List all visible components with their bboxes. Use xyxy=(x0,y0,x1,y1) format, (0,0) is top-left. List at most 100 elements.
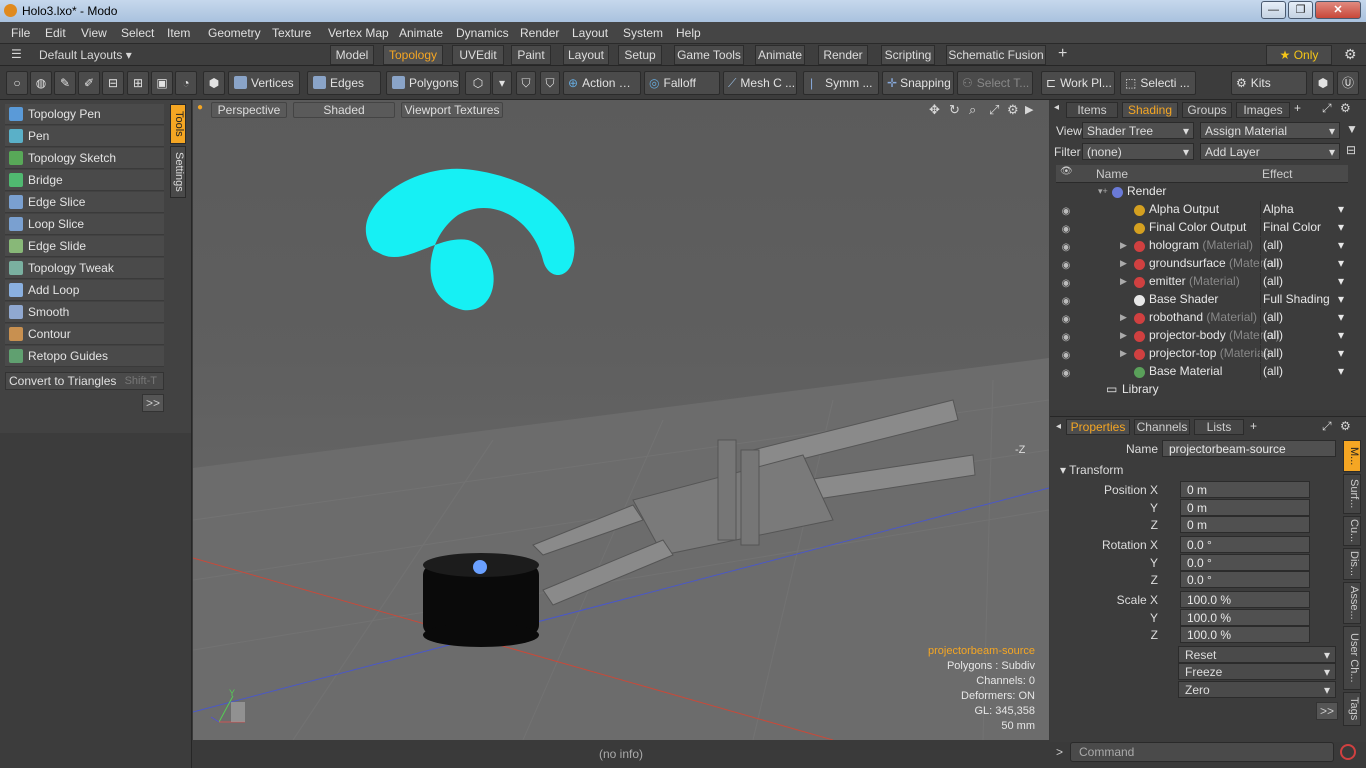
close-button[interactable]: ✕ xyxy=(1315,1,1361,19)
frame-icon[interactable]: ▣ xyxy=(151,71,173,95)
select-through-button[interactable]: ⚇ Select T... xyxy=(957,71,1033,95)
filter-dropdown[interactable]: (none) xyxy=(1082,143,1194,160)
visibility-eye-icon[interactable]: ◉ xyxy=(1058,203,1074,217)
gear-icon[interactable]: ⚙ xyxy=(1344,46,1357,63)
shield-plus-icon[interactable]: ⛉ xyxy=(540,71,560,95)
material-mode-icon[interactable]: ⬡ xyxy=(465,71,491,95)
add-tab-icon[interactable]: + xyxy=(1058,45,1067,63)
rotate-icon[interactable]: ↻ xyxy=(949,102,960,118)
panel-menu-icon[interactable]: ◂ xyxy=(1054,102,1059,113)
tab-model[interactable]: Model xyxy=(330,45,374,65)
effect-dropdown[interactable]: (all) xyxy=(1260,273,1348,290)
effect-dropdown[interactable]: (all) xyxy=(1260,237,1348,254)
work-plane-button[interactable]: ⊏ Work Pl... xyxy=(1041,71,1115,95)
side-tab-display[interactable]: Dis... xyxy=(1343,548,1361,580)
effect-dropdown[interactable]: (all) xyxy=(1260,345,1348,362)
shader-tree-row[interactable]: ◉ ▶ robothand (Material) (all) xyxy=(1056,309,1348,327)
pan-icon[interactable]: ✥ xyxy=(929,102,940,118)
clock-icon[interactable]: ◔ xyxy=(175,71,197,95)
shader-tree-row[interactable]: ▾+ Render xyxy=(1056,183,1348,201)
shader-tree-row[interactable]: ◉ ▶ hologram (Material) (all) xyxy=(1056,237,1348,255)
menu-help[interactable]: Help xyxy=(676,26,701,40)
shader-tree-row[interactable]: ◉ ▶ groundsurface (Material) (all) xyxy=(1056,255,1348,273)
assign-material-dropdown[interactable]: Assign Material xyxy=(1200,122,1340,139)
properties-menu-icon[interactable]: ◂ xyxy=(1056,421,1061,432)
chevron-right-icon[interactable]: ▶ xyxy=(1120,309,1127,326)
visibility-eye-icon[interactable]: ◉ xyxy=(1058,311,1074,325)
chevron-right-icon[interactable]: ▶ xyxy=(1120,255,1127,272)
tab-tools[interactable]: Tools xyxy=(170,104,186,144)
transform-value-field[interactable]: 0.0 ° xyxy=(1180,554,1310,571)
menu-item[interactable]: Item xyxy=(167,26,190,40)
edges-button[interactable]: Edges xyxy=(307,71,381,95)
perspective-dropdown[interactable]: Perspective xyxy=(211,102,287,118)
command-arrow-icon[interactable]: > xyxy=(1056,745,1063,759)
freeze-dropdown[interactable]: Freeze xyxy=(1178,663,1336,680)
tab-images[interactable]: Images xyxy=(1236,102,1290,118)
transform-value-field[interactable]: 100.0 % xyxy=(1180,626,1310,643)
unreal-icon[interactable]: Ⓤ xyxy=(1337,71,1359,95)
effect-dropdown[interactable]: (all) xyxy=(1260,327,1348,344)
effect-dropdown[interactable]: (all) xyxy=(1260,255,1348,272)
tool-edge-slice[interactable]: Edge Slice xyxy=(5,192,164,213)
tab-lists[interactable]: Lists xyxy=(1194,419,1244,435)
transform-section[interactable]: ▾ Transform xyxy=(1060,463,1123,477)
tab-settings[interactable]: Settings xyxy=(170,146,186,198)
viewport-options-icon[interactable]: ● xyxy=(197,102,209,116)
shaded-dropdown[interactable]: Shaded xyxy=(293,102,395,118)
effect-dropdown[interactable]: (all) xyxy=(1260,309,1348,326)
viewport-textures-dropdown[interactable]: Viewport Textures xyxy=(401,102,503,118)
menu-view[interactable]: View xyxy=(81,26,107,40)
mesh-constraint-button[interactable]: ⟋ Mesh C ... xyxy=(723,71,797,95)
filter-icon[interactable]: ▼ xyxy=(1346,122,1358,136)
globe-icon[interactable]: ◍ xyxy=(30,71,52,95)
default-layouts-dropdown[interactable]: Default Layouts ▾ xyxy=(39,48,132,62)
tab-layout[interactable]: Layout xyxy=(563,45,609,65)
tool-topology-pen[interactable]: Topology Pen xyxy=(5,104,164,125)
shield-icon[interactable]: ⛉ xyxy=(516,71,536,95)
panel-gear-icon[interactable]: ⚙ xyxy=(1340,101,1351,115)
chevron-right-icon[interactable]: ▶ xyxy=(1120,237,1127,254)
menu-file[interactable]: File xyxy=(11,26,30,40)
tab-schematic-fusion[interactable]: Schematic Fusion xyxy=(946,45,1046,65)
tab-channels[interactable]: Channels xyxy=(1134,419,1190,435)
shader-tree-row[interactable]: ◉ ▶ projector-body (Material) (all) xyxy=(1056,327,1348,345)
kits-button[interactable]: ⚙ Kits xyxy=(1231,71,1307,95)
shader-tree-row[interactable]: ◉ Base Material (all) xyxy=(1056,363,1348,381)
tab-shading[interactable]: Shading xyxy=(1122,102,1178,118)
record-icon[interactable] xyxy=(1340,744,1356,760)
shader-tree-row[interactable]: ◉ Base Shader Full Shading xyxy=(1056,291,1348,309)
transform-icon[interactable]: ⊟ xyxy=(102,71,124,95)
viewport-gear-icon[interactable]: ⚙ xyxy=(1007,102,1019,118)
transform-value-field[interactable]: 0 m xyxy=(1180,481,1310,498)
3d-viewport[interactable]: ● Perspective Shaded Viewport Textures ✥… xyxy=(193,100,1049,740)
side-tab-assembly[interactable]: Asse... xyxy=(1343,582,1361,624)
shader-tree-row[interactable]: ◉ ▶ emitter (Material) (all) xyxy=(1056,273,1348,291)
expand-icon[interactable]: ▾+ xyxy=(1098,183,1108,200)
transform-value-field[interactable]: 0.0 ° xyxy=(1180,536,1310,553)
visibility-eye-icon[interactable]: ◉ xyxy=(1058,347,1074,361)
tab-topology[interactable]: Topology xyxy=(383,45,443,65)
layout-menu-icon[interactable]: ☰ xyxy=(11,47,22,61)
item-mode-icon[interactable]: ⬢ xyxy=(203,71,225,95)
chevron-right-icon[interactable]: ▶ xyxy=(1120,345,1127,362)
viewport-arrow-icon[interactable]: ▶ xyxy=(1025,103,1033,116)
menu-dynamics[interactable]: Dynamics xyxy=(456,26,509,40)
chevron-right-icon[interactable]: ▶ xyxy=(1120,273,1127,290)
menu-layout[interactable]: Layout xyxy=(572,26,608,40)
add-panel-tab-icon[interactable]: + xyxy=(1294,101,1301,115)
effect-dropdown[interactable]: Final Color xyxy=(1260,219,1348,236)
list-options-icon[interactable]: ⊟ xyxy=(1346,143,1356,157)
tab-scripting[interactable]: Scripting xyxy=(881,45,935,65)
chevron-right-icon[interactable]: ▶ xyxy=(1120,327,1127,344)
panel-expand-icon[interactable]: ⤢ xyxy=(1322,101,1332,116)
view-dropdown[interactable]: Shader Tree xyxy=(1082,122,1194,139)
vertices-button[interactable]: Vertices xyxy=(228,71,300,95)
menu-edit[interactable]: Edit xyxy=(45,26,66,40)
circle-select-icon[interactable]: ○ xyxy=(6,71,28,95)
effect-dropdown[interactable]: (all) xyxy=(1260,363,1348,380)
tool-topology-sketch[interactable]: Topology Sketch xyxy=(5,148,164,169)
brush-icon[interactable]: ✐ xyxy=(78,71,100,95)
reset-dropdown[interactable]: Reset xyxy=(1178,646,1336,663)
tool-add-loop[interactable]: Add Loop xyxy=(5,280,164,301)
